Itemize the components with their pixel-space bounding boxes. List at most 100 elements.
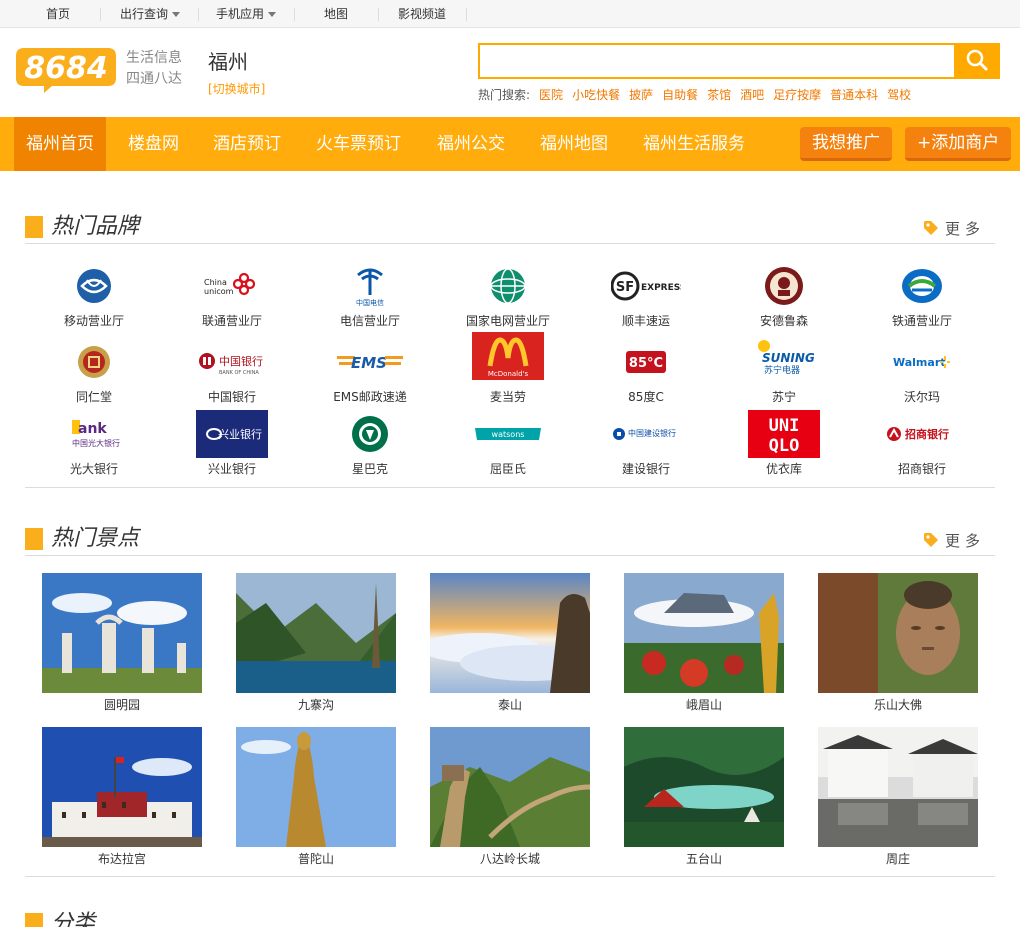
brand-item[interactable]: McDonald's 麦当劳 — [448, 332, 568, 404]
spot-name: 泰山 — [497, 698, 522, 712]
brand-name: 麦当劳 — [489, 390, 526, 404]
topbar-travel-query-menu[interactable]: 出行查询 — [110, 0, 190, 28]
brand-name: 兴业银行 — [207, 462, 256, 476]
everbright-bank-logo: ank 中国光大银行 — [58, 410, 130, 458]
china-tietong-logo — [886, 262, 958, 310]
spot-name: 布达拉宫 — [97, 852, 146, 866]
menu-label: 出行查询 — [119, 7, 168, 21]
brand-item[interactable]: 安德鲁森 — [724, 262, 844, 334]
nav-item-hotel[interactable]: 酒店预订 — [213, 117, 281, 171]
brand-name: 85度C — [628, 390, 664, 404]
more-link[interactable]: 更多 — [945, 218, 985, 239]
china-mobile-logo — [58, 262, 130, 310]
nav-item-real-estate[interactable]: 楼盘网 — [128, 117, 179, 171]
spot-item[interactable]: 峨眉山 — [624, 573, 784, 713]
brand-item[interactable]: 国家电网营业厅 — [448, 262, 568, 334]
hot-keyword-link[interactable]: 自助餐 — [662, 88, 698, 102]
svg-text:Walmart: Walmart — [893, 356, 946, 369]
spot-item[interactable]: 周庄 — [818, 727, 978, 867]
spot-item[interactable]: 圆明园 — [42, 573, 202, 713]
hot-keyword-link[interactable]: 茶馆 — [707, 88, 731, 102]
section-divider — [25, 487, 995, 488]
svg-text:BANK OF CHINA: BANK OF CHINA — [219, 370, 259, 376]
nav-item-train-ticket[interactable]: 火车票预订 — [316, 117, 401, 171]
brand-item[interactable]: 移动营业厅 — [34, 262, 154, 334]
tag-icon — [924, 221, 938, 235]
mcdonalds-logo: McDonald's — [472, 332, 544, 380]
brand-item[interactable]: 兴业银行 兴业银行 — [172, 410, 292, 482]
brand-item[interactable]: UNI QLO 优衣库 — [724, 410, 844, 482]
brand-item[interactable]: SUNING 苏宁电器 苏宁 — [724, 332, 844, 404]
add-merchant-button[interactable]: +添加商户 — [905, 127, 1012, 161]
topbar-home-link[interactable]: 首页 — [30, 0, 86, 28]
svg-text:China: China — [204, 278, 227, 287]
tongrentang-logo — [58, 338, 130, 386]
brand-item[interactable]: 星巴克 — [310, 410, 430, 482]
site-logo[interactable]: 8684 — [14, 46, 118, 93]
hot-search: 热门搜索: 医院 小吃快餐 披萨 自助餐 茶馆 酒吧 足疗按摩 普通本科 驾校 — [478, 86, 911, 103]
spot-photo — [42, 727, 202, 847]
brand-name: 苏宁 — [771, 390, 796, 404]
hot-keyword-link[interactable]: 足疗按摩 — [773, 88, 821, 102]
brand-name: EMS邮政速递 — [333, 390, 407, 404]
spot-photo — [42, 573, 202, 693]
uniqlo-logo: UNI QLO — [748, 410, 820, 458]
spot-item[interactable]: 普陀山 — [236, 727, 396, 867]
brand-item[interactable]: watsons 屈臣氏 — [448, 410, 568, 482]
section-title: 热门景点 — [51, 526, 140, 551]
topbar-video-link[interactable]: 影视频道 — [390, 0, 454, 28]
bank-of-china-logo: 中国银行 BANK OF CHINA — [196, 338, 268, 386]
brand-item[interactable]: 铁通营业厅 — [862, 262, 982, 334]
brand-item[interactable]: 85°C 85度C — [586, 338, 706, 410]
spot-name: 五台山 — [685, 852, 722, 866]
brand-item[interactable]: 同仁堂 — [34, 338, 154, 410]
spot-item[interactable]: 泰山 — [430, 573, 590, 713]
svg-text:中国银行: 中国银行 — [219, 354, 263, 368]
topbar-map-link[interactable]: 地图 — [310, 0, 362, 28]
hot-keyword-link[interactable]: 驾校 — [887, 88, 911, 102]
brand-item[interactable]: Walmart 沃尔玛 — [862, 338, 982, 410]
spot-item[interactable]: 八达岭长城 — [430, 727, 590, 867]
svg-text:EMS: EMS — [351, 354, 387, 372]
nav-item-life-service[interactable]: 福州生活服务 — [643, 117, 745, 171]
spot-name: 普陀山 — [297, 852, 334, 866]
hot-keyword-link[interactable]: 普通本科 — [830, 88, 878, 102]
svg-text:watsons: watsons — [492, 430, 525, 439]
spot-item[interactable]: 九寨沟 — [236, 573, 396, 713]
brand-item[interactable]: 中国银行 BANK OF CHINA 中国银行 — [172, 338, 292, 410]
spot-item[interactable]: 乐山大佛 — [818, 573, 978, 713]
topbar-mobile-app-menu[interactable]: 手机应用 — [206, 0, 286, 28]
hot-keyword-link[interactable]: 披萨 — [629, 88, 653, 102]
starbucks-logo — [334, 410, 406, 458]
brand-item[interactable]: 招商银行 招商银行 — [862, 410, 982, 482]
nav-item-map[interactable]: 福州地图 — [540, 117, 608, 171]
more-link[interactable]: 更多 — [945, 530, 985, 551]
hot-keyword-link[interactable]: 医院 — [539, 88, 563, 102]
spot-item[interactable]: 布达拉宫 — [42, 727, 202, 867]
search-input[interactable] — [478, 43, 956, 79]
brand-item[interactable]: SF EXPRESS 顺丰速运 — [586, 262, 706, 334]
spot-item[interactable]: 五台山 — [624, 727, 784, 867]
spot-name: 周庄 — [885, 852, 910, 866]
brand-item[interactable]: 中国电信 电信营业厅 — [310, 262, 430, 334]
promote-button[interactable]: 我想推广 — [800, 127, 892, 161]
spot-photo — [430, 573, 590, 693]
switch-city-link[interactable]: [切换城市] — [208, 80, 265, 97]
ems-logo: EMS — [334, 338, 406, 386]
slogan-line: 生活信息 — [126, 50, 182, 66]
brand-item[interactable]: China unicom 联通营业厅 — [172, 262, 292, 334]
brand-item[interactable]: ank 中国光大银行 光大银行 — [34, 410, 154, 482]
search-button[interactable] — [954, 43, 1000, 79]
svg-text:EXPRESS: EXPRESS — [641, 283, 681, 293]
brand-item[interactable]: 中国建设银行 建设银行 — [586, 410, 706, 482]
nav-item-home[interactable]: 福州首页 — [14, 117, 106, 171]
hot-keyword-link[interactable]: 酒吧 — [740, 88, 764, 102]
brand-name: 电信营业厅 — [339, 314, 400, 328]
walmart-logo: Walmart — [886, 338, 958, 386]
hot-keyword-link[interactable]: 小吃快餐 — [572, 88, 620, 102]
brand-item[interactable]: EMS EMS邮政速递 — [310, 338, 430, 410]
nav-item-bus[interactable]: 福州公交 — [437, 117, 505, 171]
svg-text:UNI: UNI — [769, 416, 800, 436]
spot-name: 乐山大佛 — [873, 698, 922, 712]
china-unicom-logo: China unicom — [196, 262, 268, 310]
